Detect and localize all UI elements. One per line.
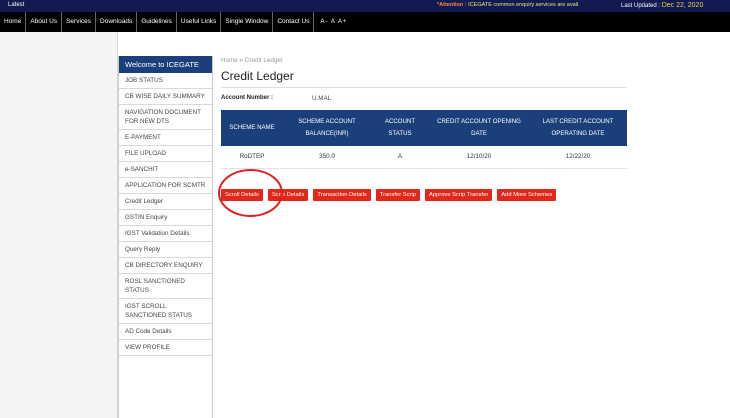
sidebar-item-credit-ledger[interactable]: Credit Ledger <box>119 194 212 210</box>
sidebar-item-ad-code-details[interactable]: AD Code Details <box>119 324 212 340</box>
table-row: RoDTEP 350.0 A 12/10/20 12/22/20 <box>221 146 627 169</box>
last-updated-label: Last Updated : <box>621 3 661 9</box>
nav-contact-us[interactable]: Contact Us <box>273 12 315 32</box>
cell-balance: 350.0 <box>283 146 371 169</box>
col-account-status: ACCOUNT STATUS <box>371 110 429 146</box>
sidebar-item-job-status[interactable]: JOB STATUS <box>119 73 212 89</box>
left-margin-panel <box>0 32 118 418</box>
nav-useful-links[interactable]: Useful Links <box>177 12 222 32</box>
sidebar-item-e-sanchit[interactable]: e-SANCHIT <box>119 162 212 178</box>
sidebar-item-igst-validation-details[interactable]: IGST Validation Details <box>119 226 212 242</box>
col-last-credit-account-operating-date: LAST CREDIT ACCOUNT OPERATING DATE <box>529 110 627 146</box>
table-header-row: SCHEME NAME SCHEME ACCOUNT BALANCE(INR) … <box>221 110 627 146</box>
nav-about-us[interactable]: About Us <box>26 12 63 32</box>
scroll-details-button[interactable]: Scroll Details <box>221 189 263 201</box>
breadcrumb: Home » Credit Ledger <box>221 57 283 64</box>
main-nav: Home About Us Services Downloads Guideli… <box>0 12 730 32</box>
scrip-details-button[interactable]: Scrip Details <box>267 189 309 201</box>
sidebar-item-rosl-sanctioned-status[interactable]: ROSL SANCTIONED STATUS <box>119 274 212 299</box>
font-size-controls[interactable]: A- A A+ <box>314 19 347 25</box>
attention-prefix: *Attention : <box>437 2 467 8</box>
latest-label: Latest <box>8 2 25 8</box>
nav-services[interactable]: Services <box>62 12 97 32</box>
title-divider <box>221 87 627 88</box>
col-scheme-account-balance: SCHEME ACCOUNT BALANCE(INR) <box>283 110 371 146</box>
sidebar-item-query-reply[interactable]: Query Reply <box>119 242 212 258</box>
sidebar-menu: Welcome to ICEGATE JOB STATUS CB WISE DA… <box>118 56 213 418</box>
credit-ledger-table: SCHEME NAME SCHEME ACCOUNT BALANCE(INR) … <box>221 110 627 169</box>
sidebar-item-view-profile[interactable]: VIEW PROFILE <box>119 340 212 356</box>
transaction-details-button[interactable]: Transaction Details <box>313 189 371 201</box>
attention-text: ICEGATE common enquiry services are avai… <box>468 2 579 8</box>
last-updated: Last Updated : Dec 22, 2020 <box>621 2 703 9</box>
transfer-scrip-button[interactable]: Transfer Scrip <box>375 189 420 201</box>
nav-single-window[interactable]: Single Window <box>221 12 274 32</box>
cell-opening-date: 12/10/20 <box>429 146 529 169</box>
welcome-banner: Welcome to ICEGATE <box>119 56 212 73</box>
nav-downloads[interactable]: Downloads <box>96 12 138 32</box>
sidebar-item-cb-wise-daily-summary[interactable]: CB WISE DAILY SUMMARY <box>119 89 212 105</box>
nav-guidelines[interactable]: Guidelines <box>137 12 177 32</box>
col-scheme-name: SCHEME NAME <box>221 110 283 146</box>
add-more-schemes-button[interactable]: Add More Schemes <box>497 189 557 201</box>
page-title: Credit Ledger <box>221 69 294 83</box>
attention-ticker: *Attention : ICEGATE common enquiry serv… <box>437 2 578 8</box>
col-credit-account-opening-date: CREDIT ACCOUNT OPENING DATE <box>429 110 529 146</box>
cell-status: A <box>371 146 429 169</box>
nav-home[interactable]: Home <box>0 12 27 32</box>
sidebar-item-application-for-scmtr[interactable]: APPLICATION FOR SCMTR <box>119 178 212 194</box>
sidebar-item-gstin-enquiry[interactable]: GSTIN Enquiry <box>119 210 212 226</box>
action-buttons: Scroll Details Scrip Details Transaction… <box>221 189 557 201</box>
cell-last-operating-date: 12/22/20 <box>529 146 627 169</box>
account-number-label: Account Number : <box>221 95 274 101</box>
sidebar-item-navigation-document[interactable]: NAVIGATION DOCUMENT FOR NEW DTS <box>119 105 212 130</box>
sidebar-item-igst-scroll-sanctioned-status[interactable]: IGST SCROLL SANCTIONED STATUS <box>119 299 212 324</box>
sidebar-item-cb-directory-enquiry[interactable]: CB DIRECTORY ENQUIRY <box>119 258 212 274</box>
sidebar-item-e-payment[interactable]: E-PAYMENT <box>119 130 212 146</box>
cell-scheme-name: RoDTEP <box>221 146 283 169</box>
last-updated-date: Dec 22, 2020 <box>661 2 704 9</box>
sidebar-item-file-upload[interactable]: FILE UPLOAD <box>119 146 212 162</box>
approve-scrip-transfer-button[interactable]: Approve Scrip Transfer <box>424 189 493 201</box>
top-info-bar: Latest *Attention : ICEGATE common enqui… <box>0 0 730 12</box>
account-number-value: U.MAL <box>312 95 332 102</box>
